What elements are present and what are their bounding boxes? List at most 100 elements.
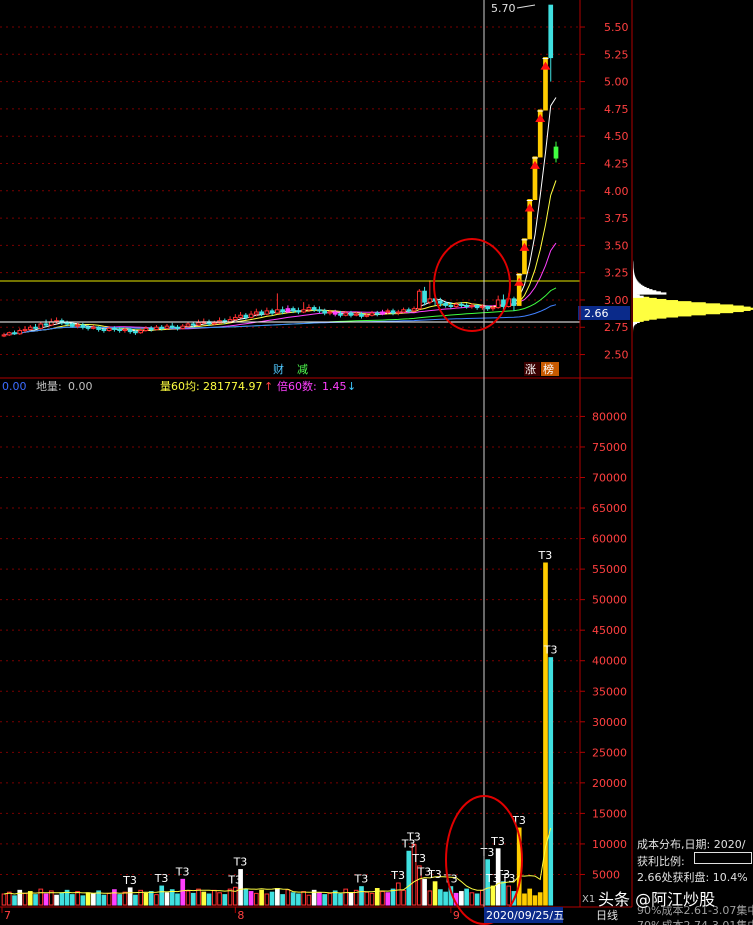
candle-body <box>411 308 417 312</box>
t3-label: T3 <box>537 549 552 562</box>
volume-bar <box>154 894 159 906</box>
volume-bar <box>190 892 196 906</box>
candle-body <box>112 327 117 330</box>
volume-bar <box>175 893 180 906</box>
volume-bar <box>406 850 412 906</box>
candle-body <box>317 309 322 312</box>
candle-body <box>490 307 496 310</box>
candle-body <box>148 327 154 330</box>
volume-bar <box>322 894 328 906</box>
candle-body <box>91 326 96 329</box>
candle-body <box>343 312 349 316</box>
price-tick-label: 4.50 <box>604 130 629 143</box>
volume-bar <box>280 894 285 906</box>
tag-cai: 财 <box>273 362 284 376</box>
volume-bar <box>27 891 33 906</box>
volume-bar <box>70 894 75 906</box>
volume-bar <box>548 657 554 906</box>
diliang-value: 0.00 <box>68 380 93 393</box>
volume-bar <box>59 892 65 906</box>
bei60-down-arrow-icon: ↓ <box>347 380 356 393</box>
t3-label: T3 <box>501 872 516 885</box>
volume-bar <box>369 892 375 906</box>
candle-body <box>275 309 280 314</box>
candle-body <box>101 328 107 332</box>
candle-body <box>70 323 75 327</box>
candle-body <box>17 330 23 335</box>
price-tick-label: 5.25 <box>604 48 629 61</box>
volume-bar <box>164 892 170 906</box>
candle-body <box>180 325 186 329</box>
candle-body <box>348 312 354 316</box>
volume-bar <box>33 894 38 906</box>
volume-bar <box>269 891 275 906</box>
profit-ratio-label: 获利比例: <box>637 855 685 868</box>
volume-bar <box>390 888 396 906</box>
volume-bar <box>296 893 301 906</box>
volume-bar <box>222 894 228 906</box>
candle-body <box>285 308 291 313</box>
volume-bar <box>364 891 370 906</box>
t3-label: T3 <box>154 872 169 885</box>
volume-tick-label: 20000 <box>592 777 627 790</box>
candle-body <box>80 324 86 328</box>
price-tick-label: 3.00 <box>604 294 629 307</box>
volume-bar <box>85 892 91 906</box>
volume-bar <box>112 889 117 906</box>
candle-body <box>117 328 122 332</box>
candle-body <box>443 302 448 306</box>
volume-bar <box>6 891 12 906</box>
volume-tick-label: 30000 <box>592 716 627 729</box>
volume-tick-label: 70000 <box>592 472 627 485</box>
volume-bar <box>243 888 249 906</box>
volume-tick-label: 10000 <box>592 838 627 851</box>
candle-body <box>106 327 112 332</box>
candle-body <box>190 323 196 326</box>
volume-bar <box>527 888 533 906</box>
volume-bar <box>122 891 128 906</box>
candle-body <box>243 314 249 318</box>
volume-bar <box>127 887 133 906</box>
candle-body <box>385 310 391 313</box>
candle-body <box>359 313 364 317</box>
ma60-up-arrow-icon: ↑ <box>264 380 273 393</box>
candle-body <box>464 304 469 308</box>
candle-body <box>154 326 159 330</box>
candle-body <box>227 319 233 323</box>
price-tick-label: 5.50 <box>604 21 629 34</box>
candle-body <box>332 311 338 315</box>
stock-chart: 2.66 5.70 5.50 5.25 5.00 4.75 4.50 4.25 4.00 3.… <box>0 0 753 925</box>
volume-bar <box>259 889 264 906</box>
volume-bar <box>317 892 322 906</box>
candle-body <box>1 334 7 337</box>
candle-body <box>264 310 270 315</box>
volume-bar <box>427 890 433 906</box>
price-high-label: 5.70 <box>491 2 516 15</box>
candle-body <box>12 332 17 335</box>
volume-tick-label: 35000 <box>592 685 627 698</box>
candle-body <box>338 313 343 316</box>
tag-bang: 榜 <box>543 362 554 376</box>
candle-body <box>122 328 128 332</box>
volume-bar <box>22 892 28 906</box>
volume-bar <box>432 881 438 906</box>
bei60-value: 1.45 <box>322 380 347 393</box>
tag-zhang: 涨 <box>525 363 536 376</box>
candle-body <box>401 309 406 313</box>
price-tick-label: 4.75 <box>604 103 629 116</box>
candle-body <box>43 323 49 326</box>
volume-bar <box>401 889 406 906</box>
volume-bar <box>464 888 469 906</box>
t3-label: T3 <box>122 874 137 887</box>
volume-left-value: 0.00 <box>2 380 27 393</box>
candle-body <box>290 308 296 312</box>
price-tick-label: 4.25 <box>604 157 629 170</box>
candle-body <box>427 298 433 303</box>
candle-body <box>406 309 412 312</box>
t3-label: T3 <box>543 644 558 657</box>
price-tick-label: 3.50 <box>604 239 629 252</box>
volume-bar <box>254 892 259 906</box>
candle-body <box>459 303 464 306</box>
volume-bar <box>348 892 354 906</box>
volume-bar <box>490 885 496 906</box>
